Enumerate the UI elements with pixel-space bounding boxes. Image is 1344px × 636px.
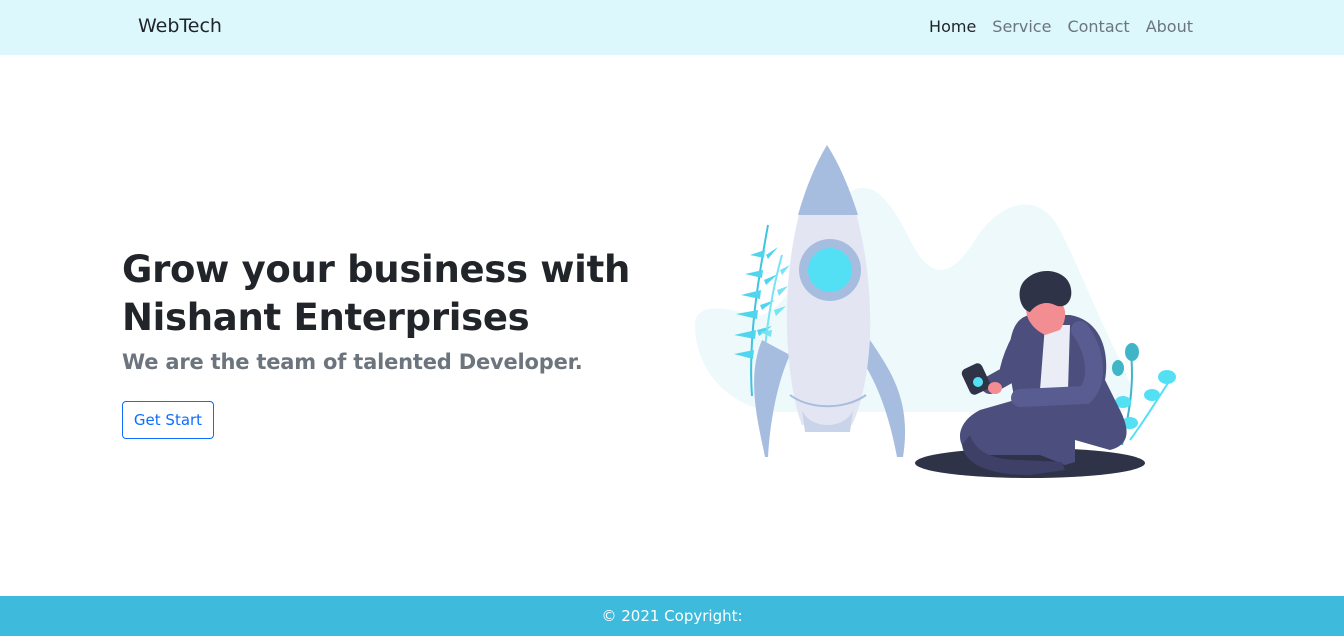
navbar: WebTech Home Service Contact About bbox=[0, 0, 1344, 55]
get-start-button[interactable]: Get Start bbox=[122, 401, 214, 439]
headline-line-1: Grow your business with bbox=[122, 248, 630, 291]
nav-link-service[interactable]: Service bbox=[992, 17, 1051, 36]
nav-link-home[interactable]: Home bbox=[929, 17, 976, 36]
hero-subheadline: We are the team of talented Developer. bbox=[122, 350, 583, 374]
nav-link-contact[interactable]: Contact bbox=[1067, 17, 1129, 36]
rocket-person-illustration bbox=[690, 140, 1190, 485]
copyright-text: © 2021 Copyright: bbox=[601, 607, 743, 625]
nav-links: Home Service Contact About bbox=[929, 17, 1193, 36]
footer: © 2021 Copyright: bbox=[0, 596, 1344, 636]
brand-logo[interactable]: WebTech bbox=[138, 15, 222, 37]
hero-headline: Grow your business with Nishant Enterpri… bbox=[122, 246, 642, 342]
nav-link-about[interactable]: About bbox=[1146, 17, 1193, 36]
hero-section: Grow your business with Nishant Enterpri… bbox=[122, 246, 642, 439]
headline-line-2: Nishant Enterprises bbox=[122, 296, 530, 339]
